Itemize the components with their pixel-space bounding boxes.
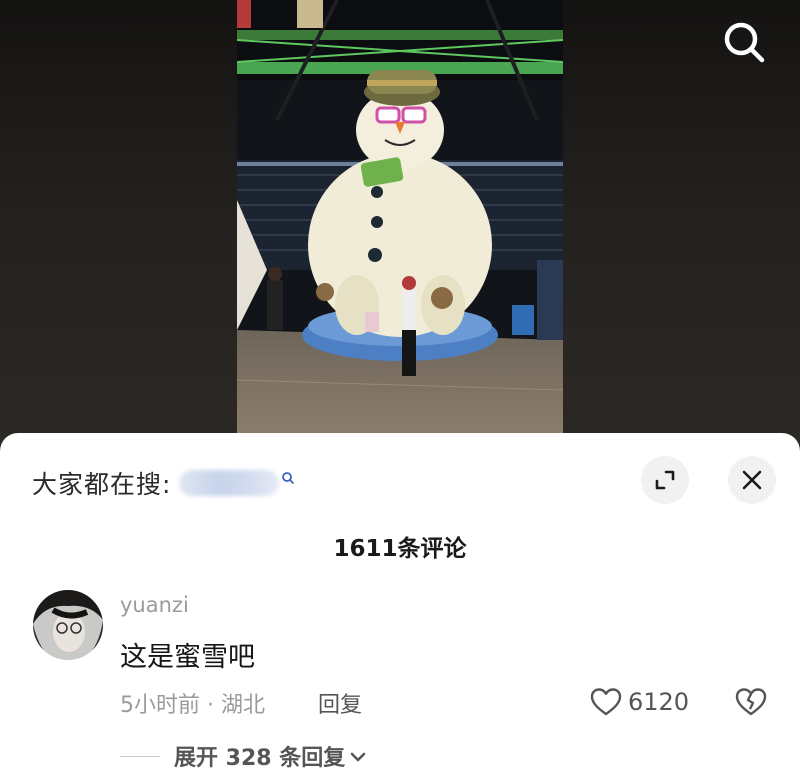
- expand-replies-button[interactable]: 展开 328 条回复: [120, 739, 367, 773]
- expand-button[interactable]: [641, 456, 689, 504]
- chevron-down-icon: [350, 752, 366, 762]
- comment-text: 这是蜜雪吧: [120, 642, 255, 673]
- comments-sheet: 大家都在搜: 1611条评论 yuanzi 这是蜜雪吧 5小时前 · 湖北 回复…: [0, 433, 800, 781]
- trending-search-label: 大家都在搜:: [32, 470, 172, 499]
- avatar[interactable]: [33, 590, 103, 660]
- trending-search[interactable]: 大家都在搜:: [32, 461, 295, 505]
- broken-heart-icon: [735, 688, 767, 716]
- video-frame-image: [237, 0, 563, 433]
- small-search-icon: [282, 472, 295, 484]
- comment-meta: 5小时前 · 湖北: [120, 693, 265, 718]
- search-button[interactable]: [718, 16, 770, 68]
- dislike-button[interactable]: [734, 685, 768, 719]
- like-button[interactable]: 6120: [590, 685, 689, 719]
- search-icon: [724, 22, 765, 63]
- expand-icon: [655, 470, 675, 490]
- trending-search-keyword-blurred: [179, 470, 280, 496]
- comment-username[interactable]: yuanzi: [120, 593, 189, 617]
- heart-icon: [590, 688, 622, 716]
- reply-button[interactable]: 回复: [318, 687, 362, 719]
- expand-replies-label: 展开 328 条回复: [174, 746, 346, 771]
- like-count: 6120: [628, 688, 690, 716]
- video-player[interactable]: [237, 0, 563, 433]
- close-icon: [742, 470, 762, 490]
- close-button[interactable]: [728, 456, 776, 504]
- avatar-image: [33, 590, 103, 660]
- divider-line: [120, 755, 160, 757]
- comment-count: 1611条评论: [333, 536, 467, 562]
